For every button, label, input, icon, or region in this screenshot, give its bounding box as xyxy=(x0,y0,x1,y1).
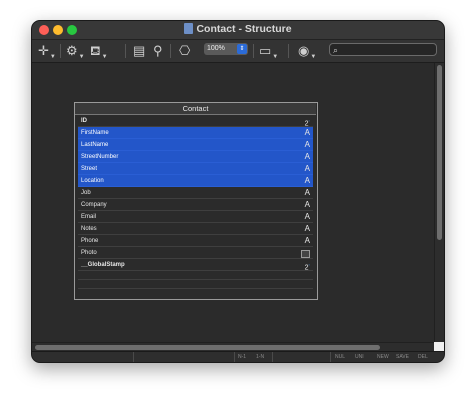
empty-row xyxy=(78,271,313,280)
text-type-icon: A xyxy=(304,128,310,137)
text-type-icon: A xyxy=(304,152,310,161)
field-name: ID xyxy=(81,118,87,124)
gear-icon: ⚙ xyxy=(66,43,78,58)
search-field[interactable]: ⌕ xyxy=(329,43,437,56)
status-divider xyxy=(330,352,331,362)
relation-n1-indicator: N-1 xyxy=(238,354,247,360)
status-bar: N-1 1-N NUL UNI NEW SAVE DEL xyxy=(32,351,444,362)
settings-button[interactable]: ⚙▼ xyxy=(66,43,85,60)
eye-icon: ◉ xyxy=(298,43,310,58)
save-indicator: SAVE xyxy=(396,354,409,360)
title-bar[interactable]: Contact - Structure xyxy=(32,21,444,40)
table-box-contact[interactable]: Contact ID 2▫ FirstName A LastName A StreetNum… xyxy=(74,102,318,300)
field-name: Company xyxy=(81,202,107,208)
status-divider xyxy=(234,352,235,362)
search-input[interactable] xyxy=(344,44,434,55)
toolbar-divider xyxy=(253,44,254,58)
folder-button[interactable]: ▭▼ xyxy=(259,43,279,60)
field-row[interactable]: Location A xyxy=(78,175,313,187)
search-icon: ⌕ xyxy=(333,45,339,55)
table-title[interactable]: Contact xyxy=(75,103,316,115)
zoom-value: 100% xyxy=(207,45,225,52)
field-row[interactable]: FirstName A xyxy=(78,127,313,139)
text-type-icon: A xyxy=(304,212,310,221)
vertical-scroll-thumb[interactable] xyxy=(437,65,442,240)
stepper-icon[interactable]: ⇕ xyxy=(237,44,247,54)
pointer-button[interactable]: ⎔ xyxy=(179,43,190,59)
field-name: Location xyxy=(81,178,104,184)
wrench-icon: ⚲ xyxy=(153,43,163,58)
field-row[interactable]: Notes A xyxy=(78,223,313,235)
vertical-scrollbar[interactable] xyxy=(434,63,444,342)
uni-indicator: UNI xyxy=(355,354,364,360)
field-row[interactable]: Phone A xyxy=(78,235,313,247)
field-row[interactable]: Company A xyxy=(78,199,313,211)
document-icon xyxy=(184,23,194,34)
field-name: Phone xyxy=(81,238,99,244)
del-indicator: DEL xyxy=(418,354,428,360)
empty-row xyxy=(78,280,313,289)
chevron-down-icon: ▼ xyxy=(49,54,56,60)
picture-type-icon xyxy=(301,247,310,259)
field-name: StreetNumber xyxy=(81,154,119,160)
field-row[interactable]: StreetNumber A xyxy=(78,151,313,163)
field-list: ID 2▫ FirstName A LastName A StreetNumber A Stre… xyxy=(78,115,313,289)
mouse-icon: ⎔ xyxy=(179,43,191,58)
field-row[interactable]: LastName A xyxy=(78,139,313,151)
field-row[interactable]: Street A xyxy=(78,163,313,175)
toolbar-divider xyxy=(60,44,61,58)
chevron-down-icon: ▼ xyxy=(310,54,317,60)
tools-button[interactable]: ⚲ xyxy=(153,43,163,59)
status-divider xyxy=(272,352,273,362)
zoom-select[interactable]: 100% ⇕ xyxy=(204,43,248,55)
field-row[interactable]: ID 2▫ xyxy=(78,115,313,127)
folder-icon: ▭ xyxy=(259,43,272,58)
text-type-icon: A xyxy=(304,224,310,233)
window-title-text: Contact - Structure xyxy=(196,23,292,35)
nul-indicator: NUL xyxy=(335,354,346,360)
text-type-icon: A xyxy=(304,140,310,149)
field-name: Job xyxy=(81,190,91,196)
view-button[interactable]: ◉▼ xyxy=(298,43,317,60)
field-name: Email xyxy=(81,214,97,220)
relation-1n-indicator: 1-N xyxy=(256,354,265,360)
text-type-icon: A xyxy=(304,164,310,173)
field-name: Notes xyxy=(81,226,97,232)
toolbar-divider xyxy=(170,44,171,58)
new-indicator: NEW xyxy=(377,354,389,360)
field-row[interactable]: Photo xyxy=(78,247,313,259)
field-name: LastName xyxy=(81,142,109,148)
field-name: Photo xyxy=(81,250,97,256)
text-type-icon: A xyxy=(304,188,310,197)
chevron-down-icon: ▼ xyxy=(101,54,108,60)
text-type-icon: A xyxy=(304,236,310,245)
toolbar-divider xyxy=(125,44,126,58)
add-table-button[interactable]: ✛▼ xyxy=(38,43,56,60)
field-row[interactable]: Email A xyxy=(78,211,313,223)
field-name: Street xyxy=(81,166,98,172)
toolbar-divider xyxy=(288,44,289,58)
text-type-icon: A xyxy=(304,200,310,209)
status-divider xyxy=(133,352,134,362)
horizontal-scroll-thumb[interactable] xyxy=(35,345,380,350)
field-row[interactable]: __GlobalStamp 2▫ xyxy=(78,259,313,271)
image-icon xyxy=(301,250,310,258)
structure-window: Contact - Structure ✛▼ ⚙▼ ⛾▼ ▤ ⚲ ⎔ ▭▼ ◉▼… xyxy=(31,20,445,363)
chevron-down-icon: ▼ xyxy=(272,54,279,60)
clipboard-icon: ▤ xyxy=(133,43,146,58)
text-type-icon: A xyxy=(304,176,310,185)
field-name: __GlobalStamp xyxy=(81,262,125,268)
fill-color-button[interactable]: ⛾▼ xyxy=(90,43,108,60)
scroll-corner xyxy=(434,342,444,351)
plus-icon: ✛ xyxy=(38,43,49,58)
inspector-button[interactable]: ▤ xyxy=(133,43,145,59)
field-row[interactable]: Job A xyxy=(78,187,313,199)
window-title: Contact - Structure xyxy=(32,23,444,35)
field-name: FirstName xyxy=(81,130,109,136)
chevron-down-icon: ▼ xyxy=(78,54,85,60)
paint-bucket-icon: ⛾ xyxy=(90,43,101,58)
